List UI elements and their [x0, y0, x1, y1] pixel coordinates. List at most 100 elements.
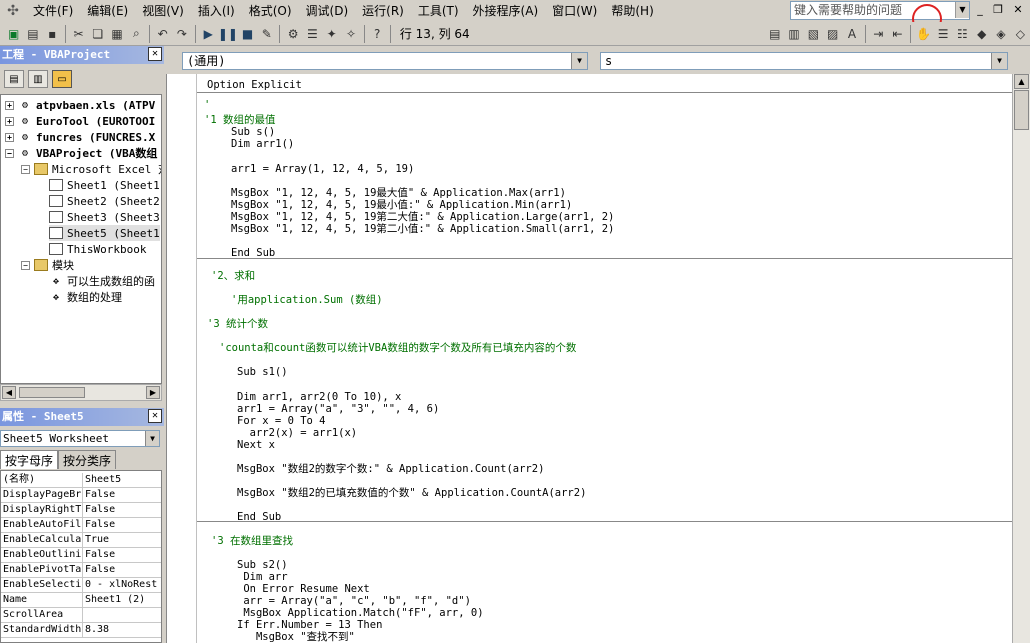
tree-item[interactable]: + ⚙ atpvbaen.xls (ATPV — [5, 97, 155, 113]
expand-icon[interactable]: + — [5, 100, 14, 110]
uncomment-block-icon[interactable]: ☷ — [953, 24, 972, 44]
tree-item[interactable]: − 模块 — [21, 257, 74, 273]
code-vscrollbar[interactable]: ▲ — [1012, 74, 1030, 643]
property-row[interactable]: ScrollArea — [1, 608, 161, 623]
code-line[interactable]: If Err.Number = 13 Then — [237, 619, 382, 631]
property-value[interactable]: False — [83, 488, 161, 502]
tree-item[interactable]: Sheet3 (Sheet3 — [49, 209, 160, 225]
collapse-icon[interactable]: − — [21, 164, 30, 174]
scroll-left-icon[interactable]: ◀ — [2, 386, 16, 399]
code-line[interactable]: MsgBox "1, 12, 4, 5, 19最大值" & Applicatio… — [231, 187, 566, 199]
properties-window-icon[interactable]: ☰ — [303, 24, 322, 44]
chevron-down-icon[interactable]: ▼ — [991, 53, 1007, 69]
cut-icon[interactable]: ✂ — [69, 24, 88, 44]
menu-format[interactable]: 格式(O) — [242, 0, 299, 22]
undo-icon[interactable]: ↶ — [153, 24, 172, 44]
code-line[interactable]: arr2(x) = arr1(x) — [237, 427, 357, 439]
code-line[interactable]: Dim arr1, arr2(0 To 10), x — [237, 391, 401, 403]
tree-item[interactable]: − ⚙ VBAProject (VBA数组 — [5, 145, 157, 161]
design-mode-icon[interactable]: ✎ — [257, 24, 276, 44]
toolbox-icon[interactable]: ✧ — [341, 24, 360, 44]
code-line[interactable]: Dim arr1() — [231, 138, 294, 150]
property-row[interactable]: StandardWidth 8.38 — [1, 623, 161, 638]
property-value[interactable]: True — [83, 533, 161, 547]
menu-help[interactable]: 帮助(H) — [604, 0, 660, 22]
reset-icon[interactable]: ■ — [238, 24, 257, 44]
expand-icon[interactable]: + — [5, 116, 14, 126]
collapse-icon[interactable]: − — [21, 260, 30, 270]
code-line[interactable]: MsgBox "查找不到" — [237, 631, 355, 643]
restore-icon[interactable]: ❐ — [990, 3, 1006, 16]
code-line[interactable]: '1 数组的最值 — [204, 114, 275, 126]
tree-item[interactable]: − Microsoft Excel 对 — [21, 161, 161, 177]
tree-item[interactable]: Sheet1 (Sheet1 — [49, 177, 160, 193]
help-dropdown-icon[interactable]: ▼ — [955, 2, 969, 18]
code-line[interactable]: '3 统计个数 — [207, 318, 268, 330]
menu-debug[interactable]: 调试(D) — [299, 0, 356, 22]
code-line[interactable]: arr1 = Array(1, 12, 4, 5, 19) — [231, 163, 414, 175]
code-line[interactable]: On Error Resume Next — [237, 583, 369, 595]
code-line[interactable]: For x = 0 To 4 — [237, 415, 326, 427]
object-browser-icon[interactable]: ✦ — [322, 24, 341, 44]
menu-file[interactable]: 文件(F) — [26, 0, 80, 22]
menu-window[interactable]: 窗口(W) — [545, 0, 604, 22]
code-line[interactable]: MsgBox Application.Match("fF", arr, 0) — [237, 607, 483, 619]
tree-item[interactable]: + ⚙ funcres (FUNCRES.X — [5, 129, 155, 145]
code-line[interactable]: MsgBox "1, 12, 4, 5, 19最小值:" & Applicati… — [231, 199, 572, 211]
code-line[interactable]: arr1 = Array("a", "3", "", 4, 6) — [237, 403, 439, 415]
code-line[interactable]: 'counta和count函数可以统计VBA数组的数字个数及所有已填充内容的个数 — [219, 342, 576, 354]
code-line[interactable]: MsgBox "1, 12, 4, 5, 19第二小值:" & Applicat… — [231, 223, 614, 235]
code-line[interactable]: Option Explicit — [207, 79, 302, 91]
property-value[interactable]: Sheet1 (2) — [83, 593, 161, 607]
property-row[interactable]: EnableSelecti 0 - xlNoRest — [1, 578, 161, 593]
prev-bookmark-icon[interactable]: ◇ — [1011, 24, 1030, 44]
tree-item[interactable]: ✥ 数组的处理 — [49, 289, 122, 305]
view-code-icon[interactable]: ▤ — [4, 70, 24, 88]
code-line[interactable]: Dim arr — [237, 571, 287, 583]
copy-icon[interactable]: ❏ — [88, 24, 107, 44]
break-icon[interactable]: ❚❚ — [218, 24, 238, 44]
procedure-select[interactable]: s ▼ — [600, 52, 1008, 70]
tab-alphabetic[interactable]: 按字母序 — [0, 450, 59, 469]
menu-view[interactable]: 视图(V) — [135, 0, 191, 22]
find-icon[interactable]: ⌕ — [127, 24, 146, 44]
code-line[interactable]: Sub s1() — [237, 366, 288, 378]
property-value[interactable] — [83, 608, 161, 622]
tree-item[interactable]: + ⚙ EuroTool (EUROTOOI — [5, 113, 155, 129]
code-line[interactable]: '3 在数组里查找 — [211, 535, 293, 547]
property-value[interactable]: False — [83, 548, 161, 562]
property-row[interactable]: Name Sheet1 (2) — [1, 593, 161, 608]
property-value[interactable]: False — [83, 563, 161, 577]
menu-insert[interactable]: 插入(I) — [191, 0, 242, 22]
code-line[interactable]: ' — [204, 99, 210, 111]
list-constants-icon[interactable]: ▥ — [784, 24, 803, 44]
help-icon[interactable]: ? — [368, 24, 387, 44]
code-line[interactable]: '用application.Sum (数组) — [231, 294, 383, 306]
complete-word-icon[interactable]: A — [842, 24, 861, 44]
close-icon[interactable]: ✕ — [1010, 3, 1026, 16]
project-panel-close-icon[interactable]: ✕ — [148, 47, 162, 61]
comment-block-icon[interactable]: ☰ — [933, 24, 952, 44]
outdent-icon[interactable]: ⇤ — [888, 24, 907, 44]
paste-icon[interactable]: ▦ — [107, 24, 126, 44]
property-row[interactable]: (名称) Sheet5 — [1, 473, 161, 488]
margin-indicator-bar[interactable] — [167, 74, 197, 643]
scroll-right-icon[interactable]: ▶ — [146, 386, 160, 399]
property-row[interactable]: EnableCalcula True — [1, 533, 161, 548]
code-line[interactable]: MsgBox "数组2的数字个数:" & Application.Count(a… — [237, 463, 544, 475]
tree-item-selected[interactable]: Sheet5 (Sheet1 — [49, 225, 160, 241]
collapse-icon[interactable]: − — [5, 148, 14, 158]
chevron-down-icon[interactable]: ▼ — [571, 53, 587, 69]
code-line[interactable]: arr = Array("a", "c", "b", "f", "d") — [237, 595, 471, 607]
code-line[interactable]: Sub s2() — [237, 559, 288, 571]
menu-tools[interactable]: 工具(T) — [411, 0, 466, 22]
expand-icon[interactable]: + — [5, 132, 14, 142]
hand-icon[interactable]: ✋ — [914, 24, 933, 44]
code-line[interactable]: '2、求和 — [211, 270, 255, 282]
property-row[interactable]: EnablePivotTa False — [1, 563, 161, 578]
menu-edit[interactable]: 编辑(E) — [80, 0, 135, 22]
tree-item[interactable]: Sheet2 (Sheet2 — [49, 193, 160, 209]
view-excel-icon[interactable]: ▣ — [4, 24, 23, 44]
list-properties-icon[interactable]: ▤ — [765, 24, 784, 44]
indent-icon[interactable]: ⇥ — [869, 24, 888, 44]
